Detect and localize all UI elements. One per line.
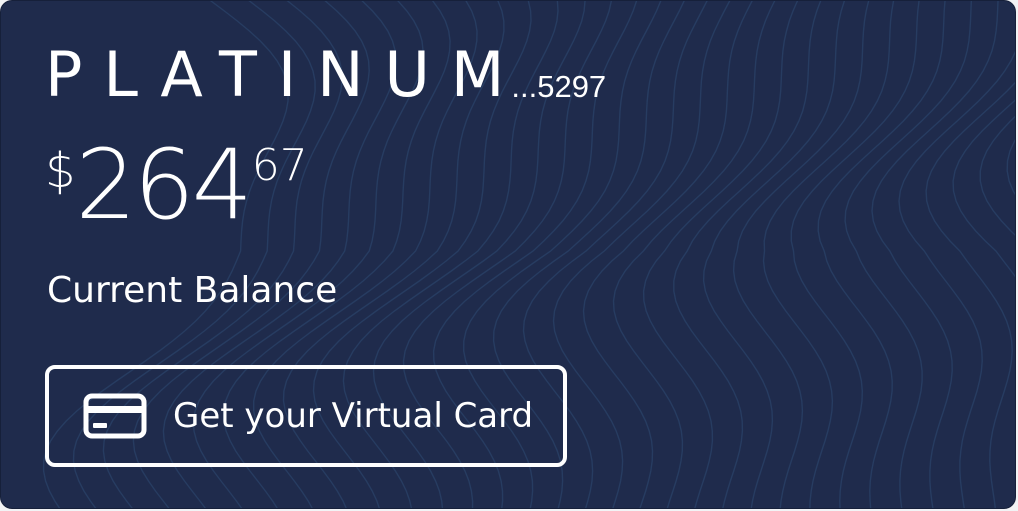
wave-line: [702, 1, 846, 508]
balance-cents: 67: [251, 140, 308, 191]
wave-line: [871, 1, 999, 508]
wave-line: [762, 1, 895, 508]
currency-symbol: $: [45, 143, 76, 199]
wave-line: [925, 81, 1015, 508]
wave-line: [612, 1, 776, 508]
credit-card-icon: [83, 393, 147, 439]
get-virtual-card-label: Get your Virtual Card: [173, 396, 534, 436]
wave-line: [1006, 139, 1015, 196]
current-balance-label: Current Balance: [47, 270, 338, 311]
balance-amount: $ 264 67: [45, 133, 308, 237]
wave-line: [790, 1, 920, 508]
wave-line: [582, 1, 753, 508]
card-product-name: PLATINUM: [45, 38, 526, 111]
balance-dollars: 264: [75, 129, 253, 241]
get-virtual-card-button[interactable]: Get your Virtual Card: [45, 365, 567, 467]
account-number-suffix: ...5297: [511, 69, 607, 104]
account-header: PLATINUM ...5297: [45, 41, 606, 109]
wave-line: [844, 1, 973, 508]
wave-line: [673, 1, 822, 508]
wave-line: [642, 1, 799, 508]
account-card: PLATINUM ...5297 $ 264 67 Current Balanc…: [0, 0, 1016, 509]
